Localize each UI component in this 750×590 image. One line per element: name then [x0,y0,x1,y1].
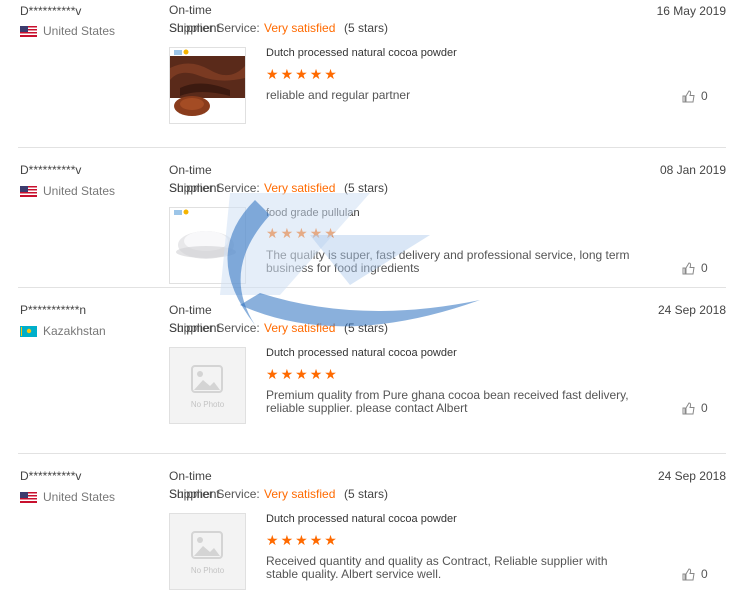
kazakhstan-flag-icon [20,325,37,337]
country-name: United States [43,184,116,198]
buyer-name: D**********v [20,469,82,483]
star-icon: ★ [266,225,279,241]
star-icon: ★ [266,66,279,82]
no-photo-text: No Photo [190,400,225,409]
country-name: Kazakhstan [43,324,106,338]
divider [18,453,726,454]
star-icon: ★ [324,532,337,548]
supplier-service-label: Supplier Service: [169,21,260,35]
cocoa-photo-icon [170,48,245,123]
buyer-name: P***********n [20,303,87,317]
divider [18,147,726,148]
review-item: D**********v United States On-time Shipm… [0,158,750,286]
country-name: United States [43,24,116,38]
satisfaction-text: Very satisfied [264,21,336,35]
star-rating: ★ ★ ★ ★ ★ [266,67,337,81]
review-comment: The quality is super, fast delivery and … [266,248,630,275]
no-photo-icon [191,365,223,393]
product-thumbnail[interactable] [169,207,246,284]
on-time-label: On-time [169,3,212,17]
star-icon: ★ [295,532,308,548]
no-photo-icon [191,531,223,559]
product-thumbnail[interactable]: No Photo [169,347,246,424]
on-time-label: On-time [169,469,212,483]
like-count: 0 [701,401,708,415]
star-icon: ★ [266,532,279,548]
star-rating: ★ ★ ★ ★ ★ [266,533,337,547]
star-rating: ★ ★ ★ ★ ★ [266,226,337,240]
satisfaction-text: Very satisfied [264,181,336,195]
us-flag-icon [20,185,37,197]
review-item: D**********v United States On-time Shipm… [0,0,750,147]
product-thumbnail[interactable]: No Photo [169,513,246,590]
stars-count-text: (5 stars) [344,321,389,335]
star-rating: ★ ★ ★ ★ ★ [266,367,337,381]
product-name[interactable]: Dutch processed natural cocoa powder [266,47,457,59]
buyer-name: D**********v [20,163,82,177]
thumbs-up-icon [682,89,695,102]
review-comment: Premium quality from Pure ghana cocoa be… [266,388,629,415]
review-date: 24 Sep 2018 [657,469,726,483]
review-date: 08 Jan 2019 [659,163,726,177]
star-icon: ★ [324,66,337,82]
review-date: 16 May 2019 [656,4,726,18]
no-photo-text: No Photo [190,566,225,575]
on-time-label: On-time [169,163,212,177]
satisfaction-text: Very satisfied [264,487,336,501]
star-icon: ★ [280,366,294,382]
like-button[interactable]: 0 [682,401,708,415]
supplier-service-label: Supplier Service: [169,487,260,501]
star-icon: ★ [309,66,323,82]
thumbs-up-icon [682,261,695,274]
star-icon: ★ [309,532,323,548]
like-count: 0 [701,261,708,275]
product-name[interactable]: food grade pullulan [266,207,360,219]
like-count: 0 [701,567,708,581]
star-icon: ★ [280,66,294,82]
thumbs-up-icon [682,567,695,580]
review-comment: reliable and regular partner [266,88,411,102]
like-count: 0 [701,89,708,103]
buyer-country: Kazakhstan [20,324,106,338]
on-time-label: On-time [169,303,212,317]
star-icon: ★ [266,366,279,382]
review-comment: Received quantity and quality as Contrac… [266,554,608,581]
review-date: 24 Sep 2018 [657,303,726,317]
star-icon: ★ [324,366,337,382]
buyer-name: D**********v [20,4,82,18]
buyer-country: United States [20,490,115,504]
star-icon: ★ [295,366,308,382]
buyer-country: United States [20,184,115,198]
stars-count-text: (5 stars) [344,181,389,195]
us-flag-icon [20,491,37,503]
star-icon: ★ [309,366,323,382]
pullulan-photo-icon [170,208,245,283]
product-name[interactable]: Dutch processed natural cocoa powder [266,347,457,359]
star-icon: ★ [309,225,323,241]
supplier-service-label: Supplier Service: [169,181,260,195]
thumbs-up-icon [682,401,695,414]
buyer-country: United States [20,24,115,38]
satisfaction-text: Very satisfied [264,321,336,335]
like-button[interactable]: 0 [682,567,708,581]
star-icon: ★ [295,66,308,82]
like-button[interactable]: 0 [682,261,708,275]
supplier-service-label: Supplier Service: [169,321,260,335]
stars-count-text: (5 stars) [344,21,389,35]
product-thumbnail[interactable] [169,47,246,124]
star-icon: ★ [324,225,337,241]
divider [18,287,726,288]
country-name: United States [43,490,116,504]
stars-count-text: (5 stars) [344,487,389,501]
review-item: P***********n Kazakhstan On-time Shipmen… [0,298,750,453]
star-icon: ★ [280,532,294,548]
star-icon: ★ [295,225,308,241]
us-flag-icon [20,25,37,37]
star-icon: ★ [280,225,294,241]
review-item: D**********v United States On-time Shipm… [0,464,750,590]
like-button[interactable]: 0 [682,89,708,103]
product-name[interactable]: Dutch processed natural cocoa powder [266,513,457,525]
